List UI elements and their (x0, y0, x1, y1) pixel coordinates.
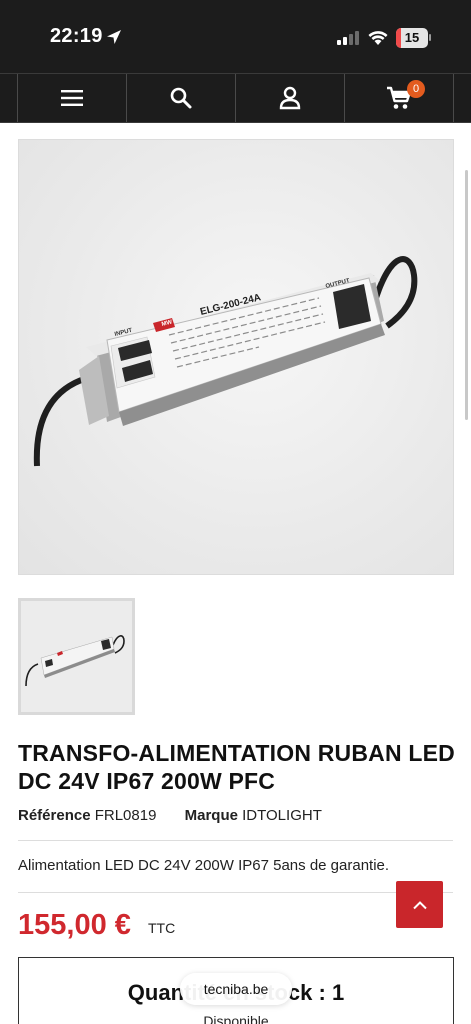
battery-level: 15 (404, 30, 420, 45)
page-scrollbar[interactable] (465, 170, 468, 420)
stock-availability: Disponible (203, 1013, 269, 1024)
reference-value: FRL0819 (94, 807, 157, 824)
cart-button[interactable]: 0 (345, 74, 454, 122)
menu-icon (61, 90, 83, 106)
reference-label: Référence (18, 807, 91, 824)
location-arrow-icon (107, 30, 121, 44)
product-price: 155,00 € (18, 909, 131, 941)
battery-indicator: 15 (396, 28, 428, 48)
browser-url-pill[interactable]: tecniba.be (180, 973, 292, 1005)
thumbnail-illustration (25, 635, 125, 687)
cellular-signal-icon (337, 31, 359, 45)
chevron-up-icon (412, 900, 427, 909)
power-supply-illustration: MW ELG-200-24A INPUT OUTPUT (33, 256, 418, 467)
divider (18, 892, 453, 893)
battery-tip (429, 34, 431, 41)
wifi-icon (368, 31, 388, 45)
product-main-image[interactable]: MW ELG-200-24A INPUT OUTPUT (18, 139, 454, 575)
product-thumbnail[interactable] (18, 598, 135, 715)
scroll-to-top-button[interactable] (396, 881, 443, 928)
divider (18, 840, 453, 841)
cart-count-badge: 0 (407, 80, 425, 98)
product-meta: Référence FRL0819 Marque IDTOLIGHT (18, 807, 322, 824)
product-title: TRANSFO-ALIMENTATION RUBAN LED DC 24V IP… (18, 740, 455, 794)
brand-value: IDTOLIGHT (242, 807, 322, 824)
product-description: Alimentation LED DC 24V 200W IP67 5ans d… (18, 857, 390, 874)
search-icon (170, 87, 192, 109)
price-tax-label: TTC (148, 920, 176, 936)
search-button[interactable] (127, 74, 236, 122)
menu-button[interactable] (17, 74, 127, 122)
account-button[interactable] (236, 74, 345, 122)
status-time: 22:19 (50, 25, 103, 47)
site-navbar: 0 (0, 73, 471, 123)
status-bar: 22:19 15 (0, 0, 471, 73)
brand-label: Marque (184, 807, 238, 824)
account-icon (279, 86, 301, 110)
